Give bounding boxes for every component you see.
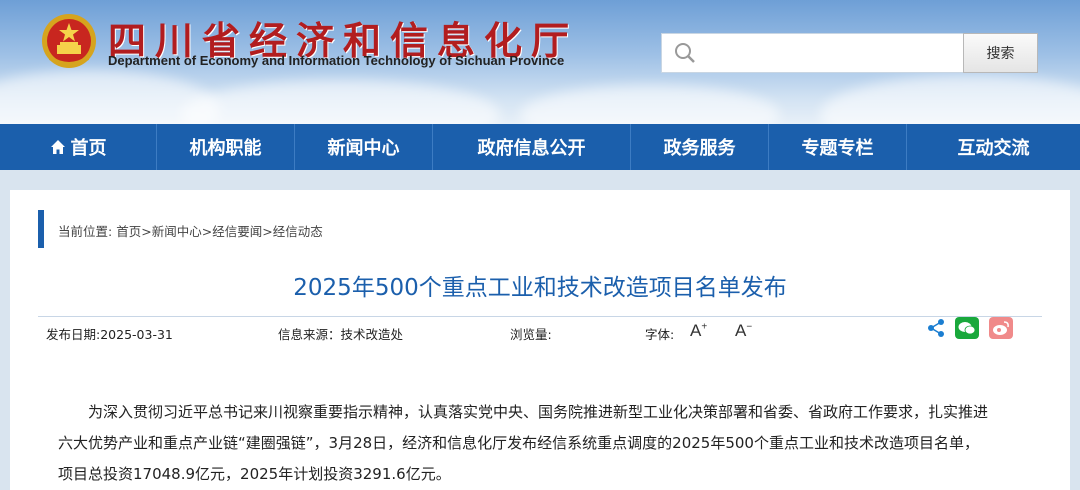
weibo-icon <box>993 321 1009 335</box>
main-nav: 首页 机构职能 新闻中心 政府信息公开 政务服务 专题专栏 互动交流 <box>0 124 1080 170</box>
nav-item-organization[interactable]: 机构职能 <box>157 124 295 170</box>
font-increase-glyph: A <box>690 321 702 340</box>
article-line: 项目总投资17048.9亿元，2025年计划投资3291.6亿元。 <box>58 465 451 483</box>
search-box <box>661 33 964 73</box>
breadcrumb-link-headlines[interactable]: 经信要闻 <box>212 224 262 239</box>
nav-item-news[interactable]: 新闻中心 <box>295 124 433 170</box>
view-count-label: 浏览量: <box>510 327 552 342</box>
breadcrumb: 当前位置: 首页>新闻中心>经信要闻>经信动态 <box>58 221 323 240</box>
font-decrease-button[interactable]: A− <box>735 321 752 341</box>
cloud-decoration <box>180 80 500 124</box>
article-body: 为深入贯彻习近平总书记来川视察重要指示精神，认真落实党中央、国务院推进新型工业化… <box>58 397 1038 490</box>
article-title: 2025年500个重点工业和技术改造项目名单发布 <box>293 275 787 301</box>
nav-item-gov-info[interactable]: 政府信息公开 <box>433 124 631 170</box>
article-panel: 当前位置: 首页>新闻中心>经信要闻>经信动态 2025年500个重点工业和技术… <box>10 190 1070 490</box>
article-line: 六大优势产业和重点产业链“建圈强链”，3月28日，经济和信息化厅发布经信系统重点… <box>58 434 979 452</box>
weibo-share-icon[interactable] <box>989 317 1013 339</box>
publish-date: 发布日期:2025-03-31 <box>46 327 173 342</box>
nav-item-interaction[interactable]: 互动交流 <box>907 124 1080 170</box>
breadcrumb-link-home[interactable]: 首页 <box>116 224 141 239</box>
search-button[interactable]: 搜索 <box>963 33 1038 73</box>
article-line: 为深入贯彻习近平总书记来川视察重要指示精神，认真落实党中央、国务院推进新型工业化… <box>88 403 989 421</box>
cloud-decoration <box>820 75 1080 124</box>
breadcrumb-prefix: 当前位置: <box>58 224 113 239</box>
minus-icon: − <box>746 321 753 333</box>
site-title-english: Department of Economy and Information Te… <box>108 53 565 68</box>
search-icon <box>675 43 695 63</box>
divider <box>38 316 1042 317</box>
font-increase-button[interactable]: A+ <box>690 321 707 341</box>
breadcrumb-separator: > <box>141 224 152 239</box>
share-icon[interactable] <box>926 318 946 338</box>
nav-item-services[interactable]: 政务服务 <box>631 124 769 170</box>
article-paragraph: 为深入贯彻习近平总书记来川视察重要指示精神，认真落实党中央、国务院推进新型工业化… <box>58 397 1038 490</box>
search-input[interactable] <box>706 40 956 66</box>
breadcrumb-accent <box>38 210 44 248</box>
source-label: 信息来源： <box>278 327 341 342</box>
breadcrumb-link-updates[interactable]: 经信动态 <box>273 224 323 239</box>
nav-item-label: 首页 <box>70 138 107 159</box>
source-value: 技术改造处 <box>340 327 404 342</box>
wechat-icon <box>958 322 976 335</box>
breadcrumb-separator: > <box>201 224 213 239</box>
home-icon <box>50 140 65 154</box>
national-emblem-icon <box>42 14 96 68</box>
cloud-decoration <box>520 85 780 124</box>
nav-item-topics[interactable]: 专题专栏 <box>769 124 907 170</box>
font-size-label: 字体: <box>645 327 675 342</box>
source-info: 信息来源：技术改造处 <box>278 324 403 343</box>
wechat-share-icon[interactable] <box>955 317 979 339</box>
plus-icon: + <box>701 321 708 333</box>
breadcrumb-link-news[interactable]: 新闻中心 <box>152 224 202 239</box>
nav-item-home[interactable]: 首页 <box>0 124 157 170</box>
breadcrumb-separator: > <box>262 224 273 239</box>
font-decrease-glyph: A <box>735 321 747 340</box>
